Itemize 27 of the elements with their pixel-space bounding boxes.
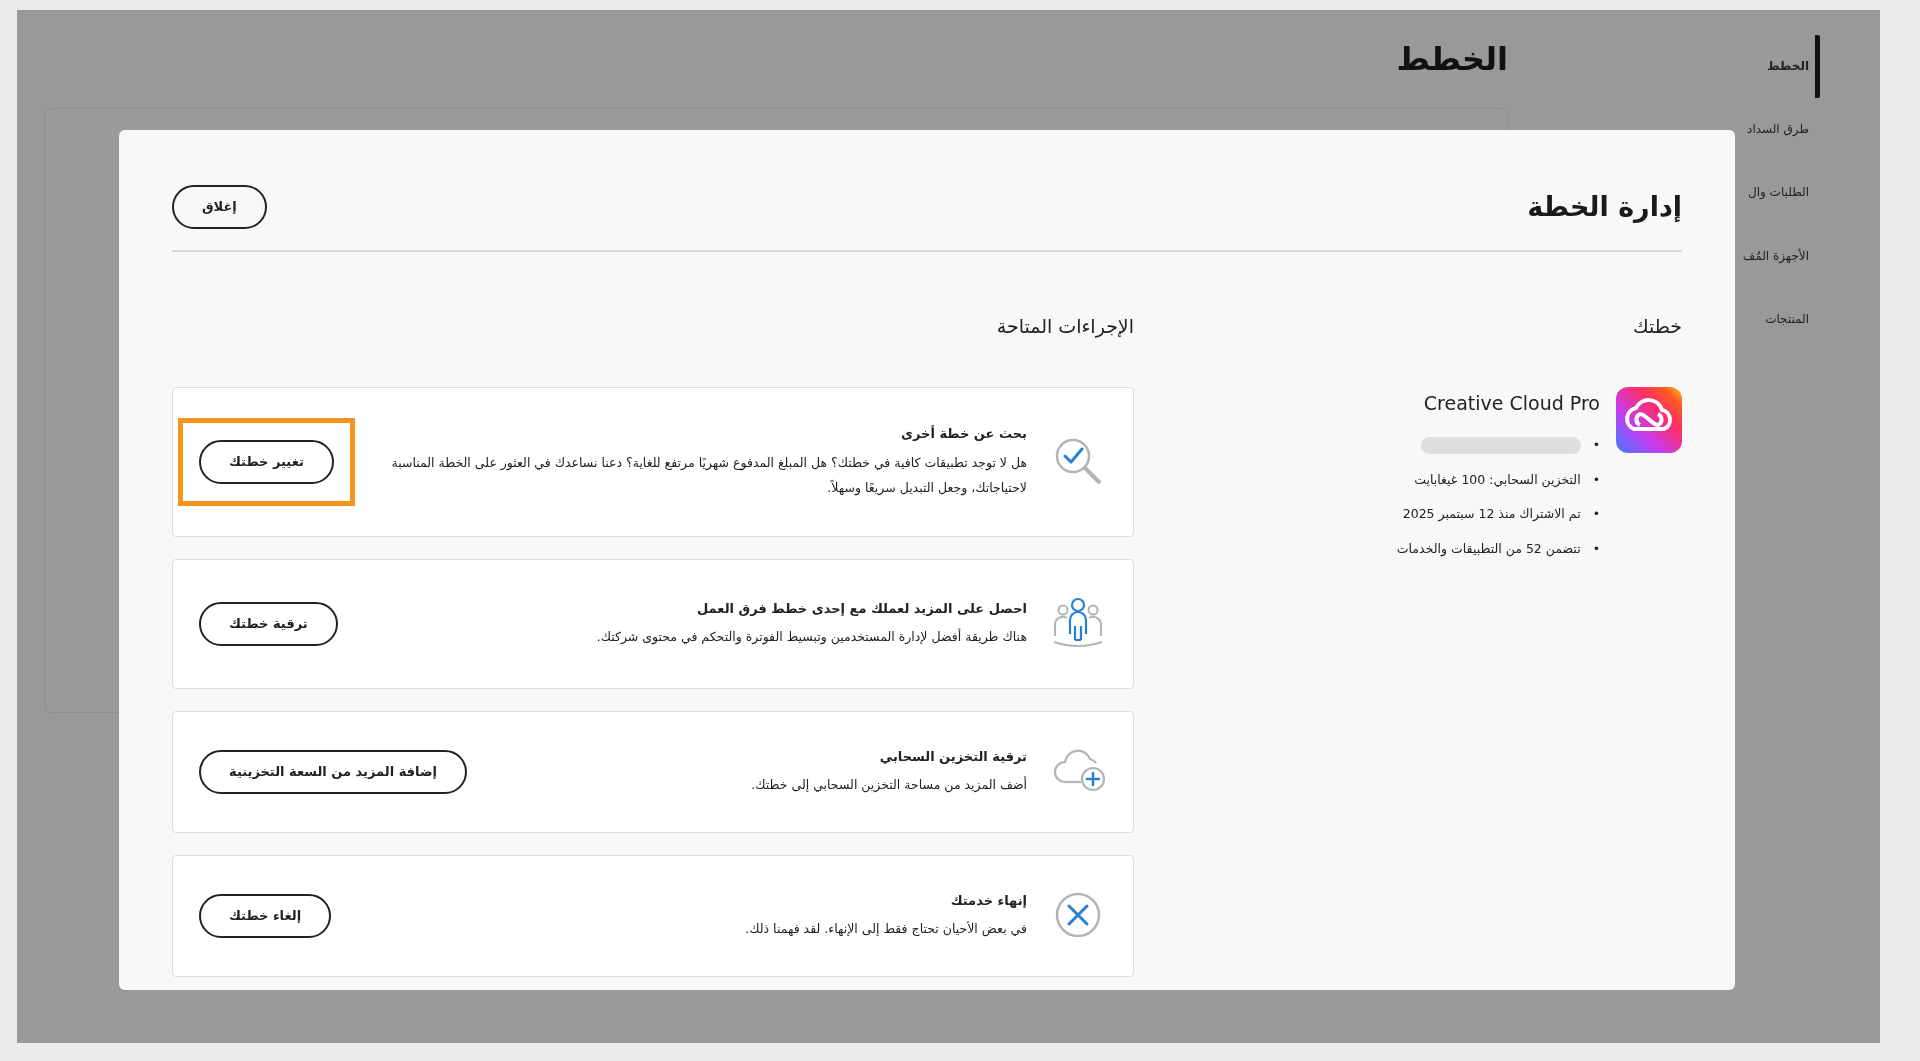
plan-detail: تتضمن 52 من التطبيقات والخدمات — [1396, 540, 1581, 559]
close-button[interactable]: إغلاق — [172, 185, 267, 229]
bullet: • — [1592, 505, 1600, 524]
plan-name: Creative Cloud Pro — [1422, 391, 1600, 417]
section-heading: خطتك — [1631, 314, 1682, 338]
action-title: ترقية التخزين السحابي — [878, 747, 1027, 766]
action-title: إنهاء خدمتك — [949, 891, 1027, 910]
action-button[interactable]: إضافة المزيد من السعة التخزينية — [199, 750, 467, 794]
bullet: • — [1592, 470, 1600, 489]
bullet: • — [1592, 435, 1600, 454]
bullet: • — [1592, 540, 1600, 559]
section-heading: الإجراءات المتاحة — [995, 314, 1134, 338]
app-logo-icon — [1616, 387, 1682, 454]
plan-detail: التخزين السحابي: 100 غيغابايت — [1414, 470, 1581, 490]
action-title: بحث عن خطة أخرى — [900, 424, 1027, 444]
action-description: هناك طريقة أفضل لإدارة المستخدمين وتبسيط الفوترة والتحكم في محتوى شركتك. — [595, 627, 1027, 647]
action-button[interactable]: تغيير خطتك — [199, 440, 334, 484]
action-description: أضف المزيد من مساحة التخزين السحابي إلى خطتك. — [750, 775, 1027, 795]
page-title: الخطط — [1395, 40, 1508, 79]
action-description: في بعض الأحيان تحتاج فقط إلى الإنهاء. لقد فهمنا ذلك. — [744, 920, 1027, 939]
action-button[interactable]: إلغاء خطتك — [199, 894, 332, 938]
dialog-title: إدارة الخطة — [1527, 190, 1682, 223]
action-button[interactable]: ترقية خطتك — [199, 602, 338, 646]
plan-detail: تم الاشتراك منذ 12 سبتمبر 2025 — [1402, 505, 1581, 524]
sidebar-item[interactable]: الخطط — [1695, 35, 1820, 99]
action-title: احصل على المزيد لعملك مع إحدى خطط فرق العمل — [696, 599, 1027, 618]
action-description: هل لا توجد تطبيقات كافية في خطتك؟ هل المبلغ المدفوع شهريًا مرتفع للغاية؟ دعنا نساعدك في العثور على الخطة المناسبة لاحتياجاتك، وجعل التبديل سريعًا وسهلاً. — [390, 453, 1027, 498]
